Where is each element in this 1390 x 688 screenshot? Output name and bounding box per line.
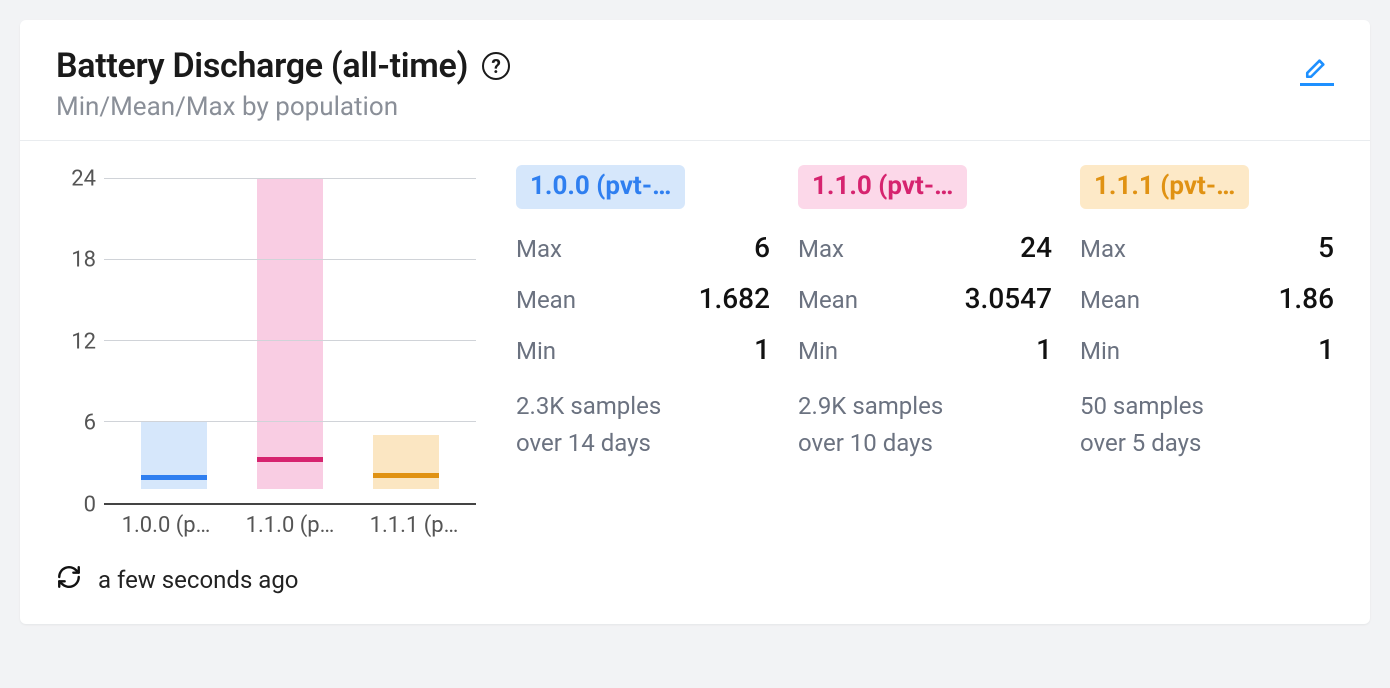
stat-label: Min [1080, 337, 1120, 365]
chart-bar[interactable] [141, 165, 207, 503]
chart-x-axis: 1.0.0 (p…1.1.0 (p…1.1.1 (p… [56, 505, 476, 538]
chart-gridline [104, 421, 476, 422]
pencil-icon [1304, 54, 1330, 80]
stat-label: Mean [798, 286, 858, 314]
chart-gridline [104, 178, 476, 179]
chart-bar-mean [257, 457, 323, 462]
stats-columns: 1.0.0 (pvt-… Max 6 Mean 1.682 Min 1 2.3K sample… [516, 165, 1334, 538]
stat-value: 1 [754, 333, 770, 366]
chart-bar-range [373, 435, 439, 489]
card-body: 0 6 12 18 24 1.0.0 (p…1.1.0 (p…1.1.1 (p… 1.0… [20, 141, 1370, 550]
stat-row-max: Max 24 [798, 231, 1052, 264]
stat-column: 1.1.1 (pvt-… Max 5 Mean 1.86 Min 1 50 samplesov… [1080, 165, 1334, 538]
chart-bar-range [257, 179, 323, 490]
stat-value: 1 [1318, 333, 1334, 366]
stat-column: 1.1.0 (pvt-… Max 24 Mean 3.0547 Min 1 2.9K samp… [798, 165, 1052, 538]
stat-row-min: Min 1 [798, 333, 1052, 366]
refresh-icon [56, 564, 82, 590]
chart-x-label: 1.1.0 (p… [228, 513, 352, 538]
help-icon[interactable]: ? [482, 52, 510, 80]
chart-gridline [104, 340, 476, 341]
chart-x-label: 1.1.1 (p… [352, 513, 476, 538]
chart-plot-area: 06121824 [56, 165, 476, 505]
stat-value: 1.86 [1278, 282, 1334, 315]
chart-y-tick: 18 [71, 248, 96, 273]
chart-x-label: 1.0.0 (p… [104, 513, 228, 538]
samples-summary: 50 samplesover 5 days [1080, 388, 1334, 462]
chart-bar[interactable] [373, 165, 439, 503]
stat-row-max: Max 6 [516, 231, 770, 264]
samples-count: 50 samples [1080, 388, 1334, 425]
chart-y-tick: 12 [71, 329, 96, 354]
stat-label: Max [798, 235, 844, 263]
samples-count: 2.9K samples [798, 388, 1052, 425]
chart-bar-mean [141, 475, 207, 480]
stat-label: Min [516, 337, 556, 365]
stat-value: 1 [1036, 333, 1052, 366]
samples-duration: over 10 days [798, 425, 1052, 462]
chart-gridline [104, 259, 476, 260]
chart-y-tick: 24 [71, 166, 96, 191]
stat-value: 6 [754, 231, 770, 264]
stat-label: Mean [516, 286, 576, 314]
chart: 0 6 12 18 24 1.0.0 (p…1.1.0 (p…1.1.1 (p… [56, 165, 476, 538]
stat-label: Max [1080, 235, 1126, 263]
card-title: Battery Discharge (all-time) [56, 46, 468, 86]
header-left: Battery Discharge (all-time) ? Min/Mean/… [56, 46, 1300, 122]
population-pill[interactable]: 1.1.1 (pvt-… [1080, 165, 1249, 209]
stat-row-min: Min 1 [1080, 333, 1334, 366]
stat-value: 1.682 [699, 282, 770, 315]
refresh-button[interactable] [56, 564, 82, 596]
samples-count: 2.3K samples [516, 388, 770, 425]
stat-row-mean: Mean 3.0547 [798, 282, 1052, 315]
chart-y-tick: 0 [84, 493, 96, 518]
samples-summary: 2.3K samplesover 14 days [516, 388, 770, 462]
stat-row-mean: Mean 1.682 [516, 282, 770, 315]
samples-duration: over 14 days [516, 425, 770, 462]
chart-bar-slot [348, 165, 464, 503]
chart-bar-mean [373, 473, 439, 478]
chart-y-tick: 6 [84, 411, 96, 436]
stat-label: Max [516, 235, 562, 263]
chart-bar-slot [116, 165, 232, 503]
chart-bar[interactable] [257, 165, 323, 503]
samples-duration: over 5 days [1080, 425, 1334, 462]
stat-value: 24 [1020, 231, 1052, 264]
card-subtitle: Min/Mean/Max by population [56, 92, 1300, 122]
stat-value: 5 [1318, 231, 1334, 264]
stat-label: Min [798, 337, 838, 365]
population-pill[interactable]: 1.1.0 (pvt-… [798, 165, 967, 209]
metric-card: Battery Discharge (all-time) ? Min/Mean/… [20, 20, 1370, 624]
stat-row-min: Min 1 [516, 333, 770, 366]
chart-y-axis: 06121824 [56, 165, 104, 505]
chart-plot [104, 165, 476, 505]
stat-row-mean: Mean 1.86 [1080, 282, 1334, 315]
samples-summary: 2.9K samplesover 10 days [798, 388, 1052, 462]
card-header: Battery Discharge (all-time) ? Min/Mean/… [20, 20, 1370, 141]
chart-bars [104, 165, 476, 503]
title-row: Battery Discharge (all-time) ? [56, 46, 1300, 86]
refresh-timestamp: a few seconds ago [98, 566, 299, 594]
stat-value: 3.0547 [965, 282, 1052, 315]
edit-button[interactable] [1300, 52, 1334, 86]
stat-column: 1.0.0 (pvt-… Max 6 Mean 1.682 Min 1 2.3K sample… [516, 165, 770, 538]
population-pill[interactable]: 1.0.0 (pvt-… [516, 165, 685, 209]
chart-bar-slot [232, 165, 348, 503]
stat-row-max: Max 5 [1080, 231, 1334, 264]
stat-label: Mean [1080, 286, 1140, 314]
refresh-row: a few seconds ago [20, 550, 1370, 624]
